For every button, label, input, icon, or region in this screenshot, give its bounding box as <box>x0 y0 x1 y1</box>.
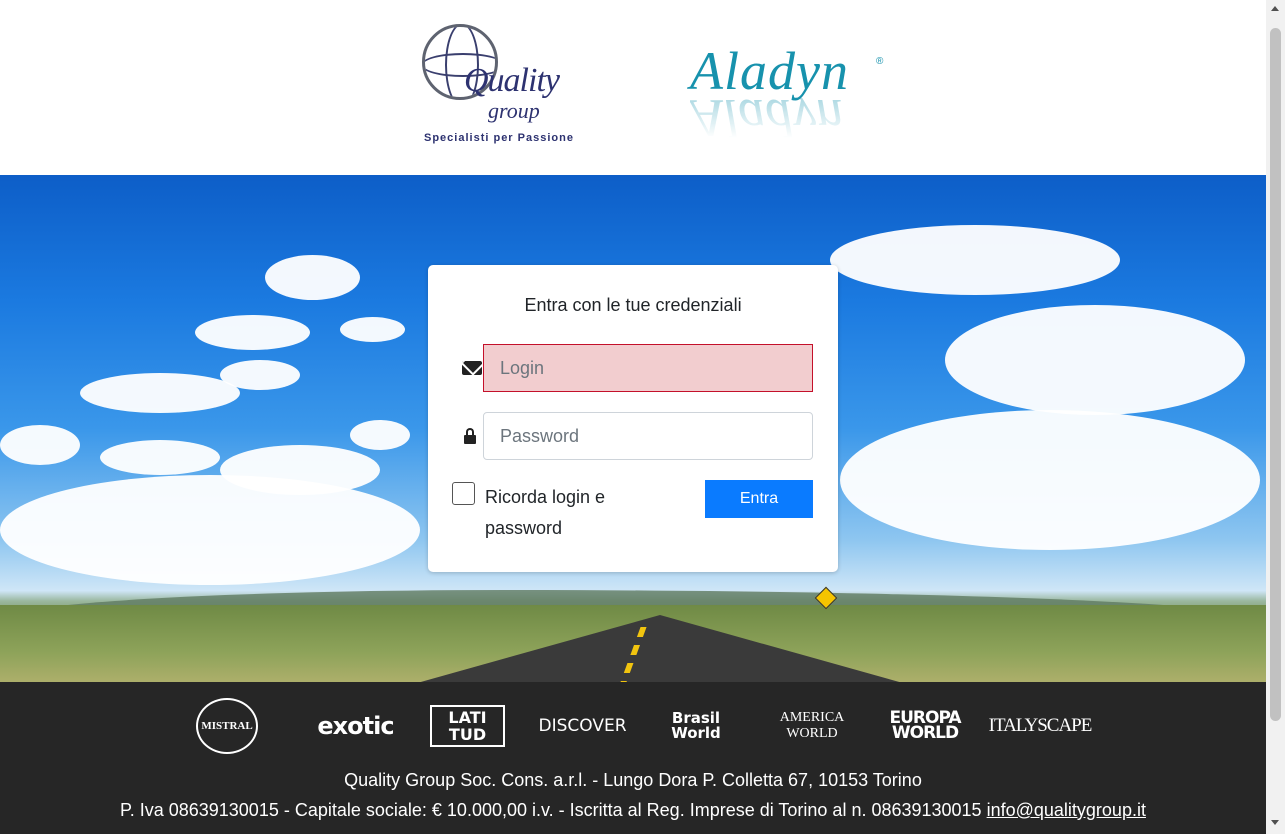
quality-group-logo-word2: group <box>488 98 540 123</box>
login-input[interactable] <box>483 344 813 392</box>
scroll-down-arrow-icon[interactable] <box>1271 820 1279 825</box>
scrollbar[interactable] <box>1266 0 1285 834</box>
aladyn-logo-word: Aladyn <box>690 41 849 101</box>
brand-logo-latitudes[interactable]: LATI TUD <box>430 696 505 756</box>
lock-icon <box>462 426 482 446</box>
cloud-shape <box>195 315 310 350</box>
aladyn-logo-registered: ® <box>876 56 884 67</box>
submit-button[interactable]: Entra <box>705 480 813 518</box>
envelope-icon <box>462 358 482 378</box>
cloud-shape <box>340 317 405 342</box>
cloud-shape <box>830 225 1120 295</box>
login-card: Entra con le tue credenziali Ricorda log… <box>428 265 838 572</box>
remember-label[interactable]: Ricorda login e password <box>485 482 635 544</box>
aladyn-logo-reflection: Aladyn <box>690 98 843 138</box>
cloud-shape <box>265 255 360 300</box>
cloud-shape <box>840 410 1260 550</box>
aladyn-logo: Aladyn ® Aladyn <box>690 40 900 150</box>
brand-logo-europa-world[interactable]: EUROPA WORLD <box>880 696 970 756</box>
quality-group-logo: Quality group Specialisti per Passione <box>420 22 580 150</box>
quality-group-logo-word1: Quality <box>464 62 560 99</box>
brand-logo-mistral[interactable]: MISTRAL <box>192 696 262 756</box>
cloud-shape <box>220 360 300 390</box>
cloud-shape <box>350 420 410 450</box>
brand-logo-brasil-world[interactable]: Brasil World <box>650 696 742 756</box>
brand-logo-italyscape[interactable]: ITALYSCAPE <box>989 696 1093 756</box>
scroll-thumb[interactable] <box>1270 28 1281 721</box>
footer-address: Quality Group Soc. Cons. a.r.l. - Lungo … <box>344 770 922 790</box>
login-title: Entra con le tue credenziali <box>524 295 742 315</box>
password-input[interactable] <box>483 412 813 460</box>
road-shape <box>410 615 910 682</box>
brand-logo-discover[interactable]: DISCOVER <box>535 696 630 756</box>
footer-legal-text: P. Iva 08639130015 - Capitale sociale: €… <box>120 800 982 820</box>
cloud-shape <box>945 305 1245 415</box>
cloud-shape <box>80 373 240 413</box>
cloud-shape <box>0 425 80 465</box>
brand-logos: MISTRAL exotic LATI TUD DISCOVER Brasil … <box>190 696 1100 756</box>
cloud-shape <box>0 475 420 585</box>
scroll-up-arrow-icon[interactable] <box>1271 6 1279 11</box>
footer: MISTRAL exotic LATI TUD DISCOVER Brasil … <box>0 682 1266 834</box>
footer-legal: P. Iva 08639130015 - Capitale sociale: €… <box>0 800 1266 821</box>
quality-group-tagline: Specialisti per Passione <box>424 132 574 144</box>
footer-email-link[interactable]: info@qualitygroup.it <box>987 800 1146 820</box>
remember-checkbox[interactable] <box>452 482 475 505</box>
brand-logo-exotic[interactable]: exotic <box>308 696 403 756</box>
brand-logo-america-world[interactable]: AMERICA WORLD <box>762 696 862 756</box>
header: Quality group Specialisti per Passione A… <box>0 0 1266 175</box>
password-row <box>462 412 814 460</box>
login-row <box>462 344 814 392</box>
cloud-shape <box>100 440 220 475</box>
